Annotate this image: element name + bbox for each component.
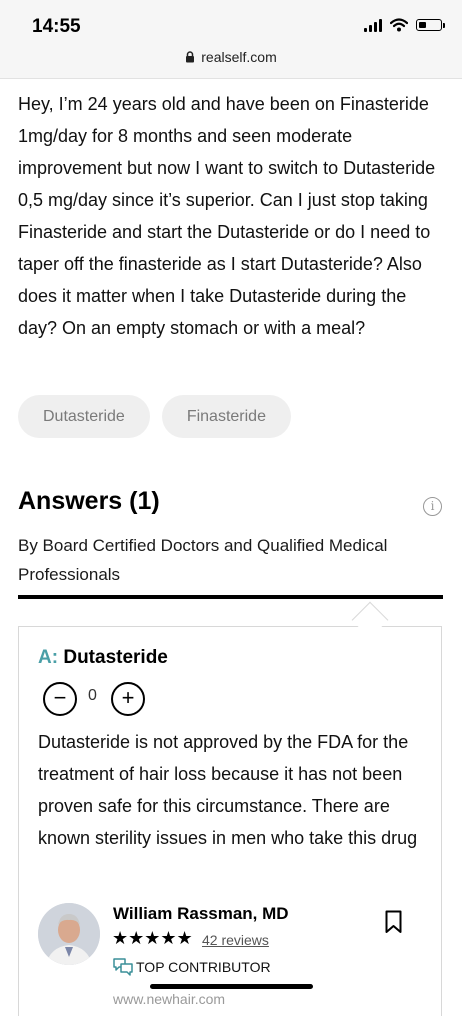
- upvote-button[interactable]: +: [111, 682, 145, 716]
- lock-icon: [186, 51, 195, 63]
- answers-title: Answers (1): [18, 487, 160, 515]
- home-indicator[interactable]: [150, 984, 313, 989]
- question-body: Hey, I’m 24 years old and have been on F…: [18, 94, 436, 338]
- answer-prefix: A:: [38, 647, 59, 668]
- vote-count: 0: [88, 687, 97, 704]
- doctor-photo: [38, 903, 100, 965]
- browser-top-bar: 14:55 realself.com: [0, 0, 462, 79]
- info-icon[interactable]: i: [423, 497, 442, 516]
- doctor-name[interactable]: William Rassman, MD: [113, 904, 289, 924]
- reviews-link[interactable]: 42 reviews: [202, 932, 269, 948]
- tag-finasteride[interactable]: Finasteride: [161, 395, 291, 438]
- address-bar[interactable]: realself.com: [0, 49, 462, 65]
- status-time: 14:55: [32, 16, 81, 37]
- rating-stars: ★★★★★: [112, 928, 193, 948]
- tag-list: Dutasteride Finasteride: [18, 395, 291, 438]
- contributor-chat-icon: [113, 958, 133, 976]
- section-divider: [18, 595, 443, 599]
- bookmark-icon[interactable]: [385, 910, 402, 934]
- wifi-icon: [390, 18, 408, 32]
- answer-title-text: Dutasteride: [63, 647, 168, 668]
- doctor-avatar[interactable]: [38, 903, 100, 965]
- downvote-button[interactable]: −: [43, 682, 77, 716]
- answer-title: A: Dutasteride: [38, 647, 168, 669]
- battery-icon: [416, 19, 445, 31]
- url-domain: realself.com: [201, 49, 277, 65]
- cellular-signal-icon: [364, 18, 382, 32]
- answers-subtitle: By Board Certified Doctors and Qualified…: [18, 536, 388, 584]
- tag-dutasteride[interactable]: Dutasteride: [18, 395, 150, 438]
- status-icons: [364, 18, 445, 32]
- doctor-website[interactable]: www.newhair.com: [113, 991, 225, 1007]
- top-contributor-badge: TOP CONTRIBUTOR: [136, 959, 271, 975]
- answer-body: Dutasteride is not approved by the FDA f…: [38, 732, 418, 848]
